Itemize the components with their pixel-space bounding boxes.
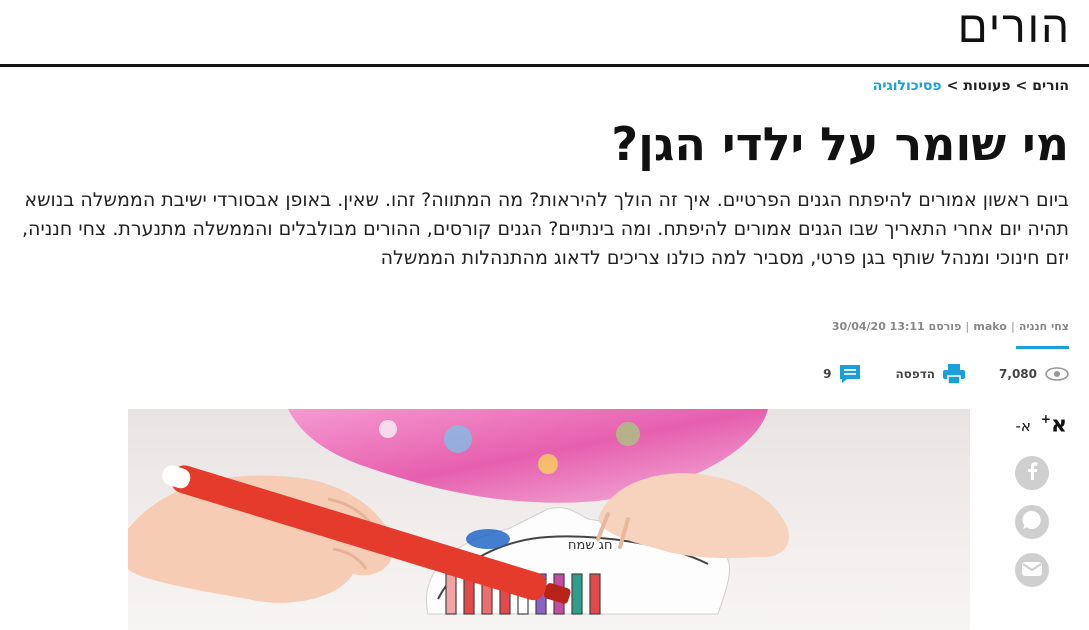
breadcrumb-separator: > <box>946 78 959 94</box>
breadcrumb-item-parents[interactable]: הורים <box>1032 78 1069 94</box>
comment-icon <box>839 364 861 384</box>
facebook-icon <box>1025 462 1039 484</box>
published-label: פורסם <box>928 320 962 333</box>
views-counter: 7,080 <box>999 367 1069 381</box>
published-date: 30/04/20 13:11 <box>831 320 925 333</box>
byline-divider <box>1016 346 1069 349</box>
whatsapp-icon <box>1021 509 1043 535</box>
facebook-share-button[interactable] <box>1015 456 1049 490</box>
email-icon <box>1022 561 1042 580</box>
section-title[interactable]: הורים <box>958 2 1071 53</box>
eye-icon <box>1045 367 1069 381</box>
article-hero-image: חג שמח <box>128 409 970 630</box>
breadcrumb-item-toddlers[interactable]: פעוטות <box>963 78 1010 94</box>
comments-button[interactable]: 9 <box>823 364 861 384</box>
header-divider <box>0 64 1089 67</box>
article-stats: 7,080 הדפסה 9 <box>823 364 1069 384</box>
article-headline: מי שומר על ילדי הגן? <box>611 117 1069 171</box>
author-name[interactable]: צחי חנניה <box>1019 320 1069 333</box>
svg-text:חג שמח: חג שמח <box>568 538 613 553</box>
views-count: 7,080 <box>999 367 1037 381</box>
email-share-button[interactable] <box>1015 553 1049 587</box>
font-increase-button[interactable]: א+ <box>1041 412 1067 437</box>
comments-count: 9 <box>823 367 832 381</box>
font-decrease-button[interactable]: א- <box>1015 417 1030 435</box>
breadcrumb-item-psychology[interactable]: פסיכולוגיה <box>873 78 942 94</box>
article-subtitle: ביום ראשון אמורים להיפתח הגנים הפרטיים. … <box>22 189 1069 269</box>
breadcrumb: הורים>פעוטות>פסיכולוגיה <box>873 78 1069 94</box>
print-button[interactable]: הדפסה <box>895 364 966 384</box>
printer-icon <box>943 364 966 384</box>
article-byline: צחי חנניה|mako|פורסם 30/04/20 13:11 <box>831 320 1069 333</box>
source-name: mako <box>973 320 1007 333</box>
breadcrumb-separator: > <box>1015 78 1028 94</box>
font-size-controls: א+ א- <box>1015 412 1067 437</box>
print-label: הדפסה <box>895 367 936 381</box>
whatsapp-share-button[interactable] <box>1015 505 1049 539</box>
